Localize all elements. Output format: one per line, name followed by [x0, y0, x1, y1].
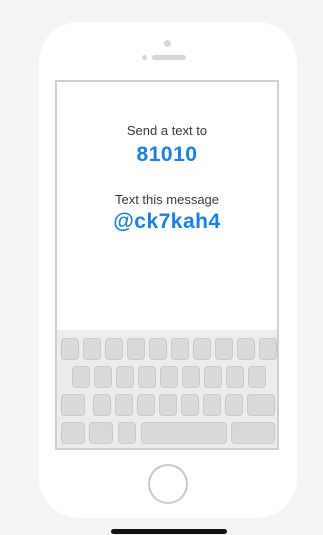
keyboard-key: [94, 366, 112, 388]
send-label: Send a text to: [126, 123, 208, 138]
keyboard-key: [247, 394, 275, 416]
keyboard-key: [61, 338, 79, 360]
sensor-dot-icon: [142, 55, 147, 60]
keyboard-key: [248, 366, 266, 388]
keyboard-key: [116, 366, 134, 388]
keyboard-key: [225, 394, 243, 416]
keyboard-illustration: [57, 330, 277, 448]
phone-screen: Send a text to 81010 Text this message @…: [55, 80, 279, 450]
keyboard-key: [137, 394, 155, 416]
keyboard-key: [149, 338, 167, 360]
keyboard-key: [93, 394, 111, 416]
message-code: @ck7kah4: [113, 210, 221, 233]
speaker-slot-icon: [152, 55, 186, 60]
illustration-stage: Send a text to 81010 Text this message @…: [0, 0, 323, 535]
keyboard-key: [89, 422, 113, 444]
keyboard-key: [127, 338, 145, 360]
keyboard-key: [171, 338, 189, 360]
keyboard-key: [105, 338, 123, 360]
keyboard-key: [193, 338, 211, 360]
keyboard-key: [115, 394, 133, 416]
keyboard-key: [204, 366, 222, 388]
keyboard-key: [61, 422, 85, 444]
short-code-number: 81010: [136, 143, 198, 166]
phone-mockup: Send a text to 81010 Text this message @…: [39, 22, 297, 518]
keyboard-key: [226, 366, 244, 388]
keyboard-key: [83, 338, 101, 360]
keyboard-key: [159, 394, 177, 416]
keyboard-key: [160, 366, 178, 388]
front-camera-icon: [164, 40, 171, 47]
keyboard-key: [215, 338, 233, 360]
keyboard-key: [72, 366, 90, 388]
keyboard-key: [182, 366, 200, 388]
keyboard-key: [61, 394, 85, 416]
keyboard-key: [231, 422, 275, 444]
home-button-icon: [148, 464, 188, 504]
keyboard-key: [181, 394, 199, 416]
keyboard-key: [259, 338, 277, 360]
keyboard-key: [237, 338, 255, 360]
keyboard-key: [203, 394, 221, 416]
message-label: Text this message: [114, 192, 220, 207]
keyboard-key: [138, 366, 156, 388]
keyboard-key: [141, 422, 227, 444]
home-indicator-bar: [111, 529, 227, 534]
keyboard-key: [118, 422, 136, 444]
